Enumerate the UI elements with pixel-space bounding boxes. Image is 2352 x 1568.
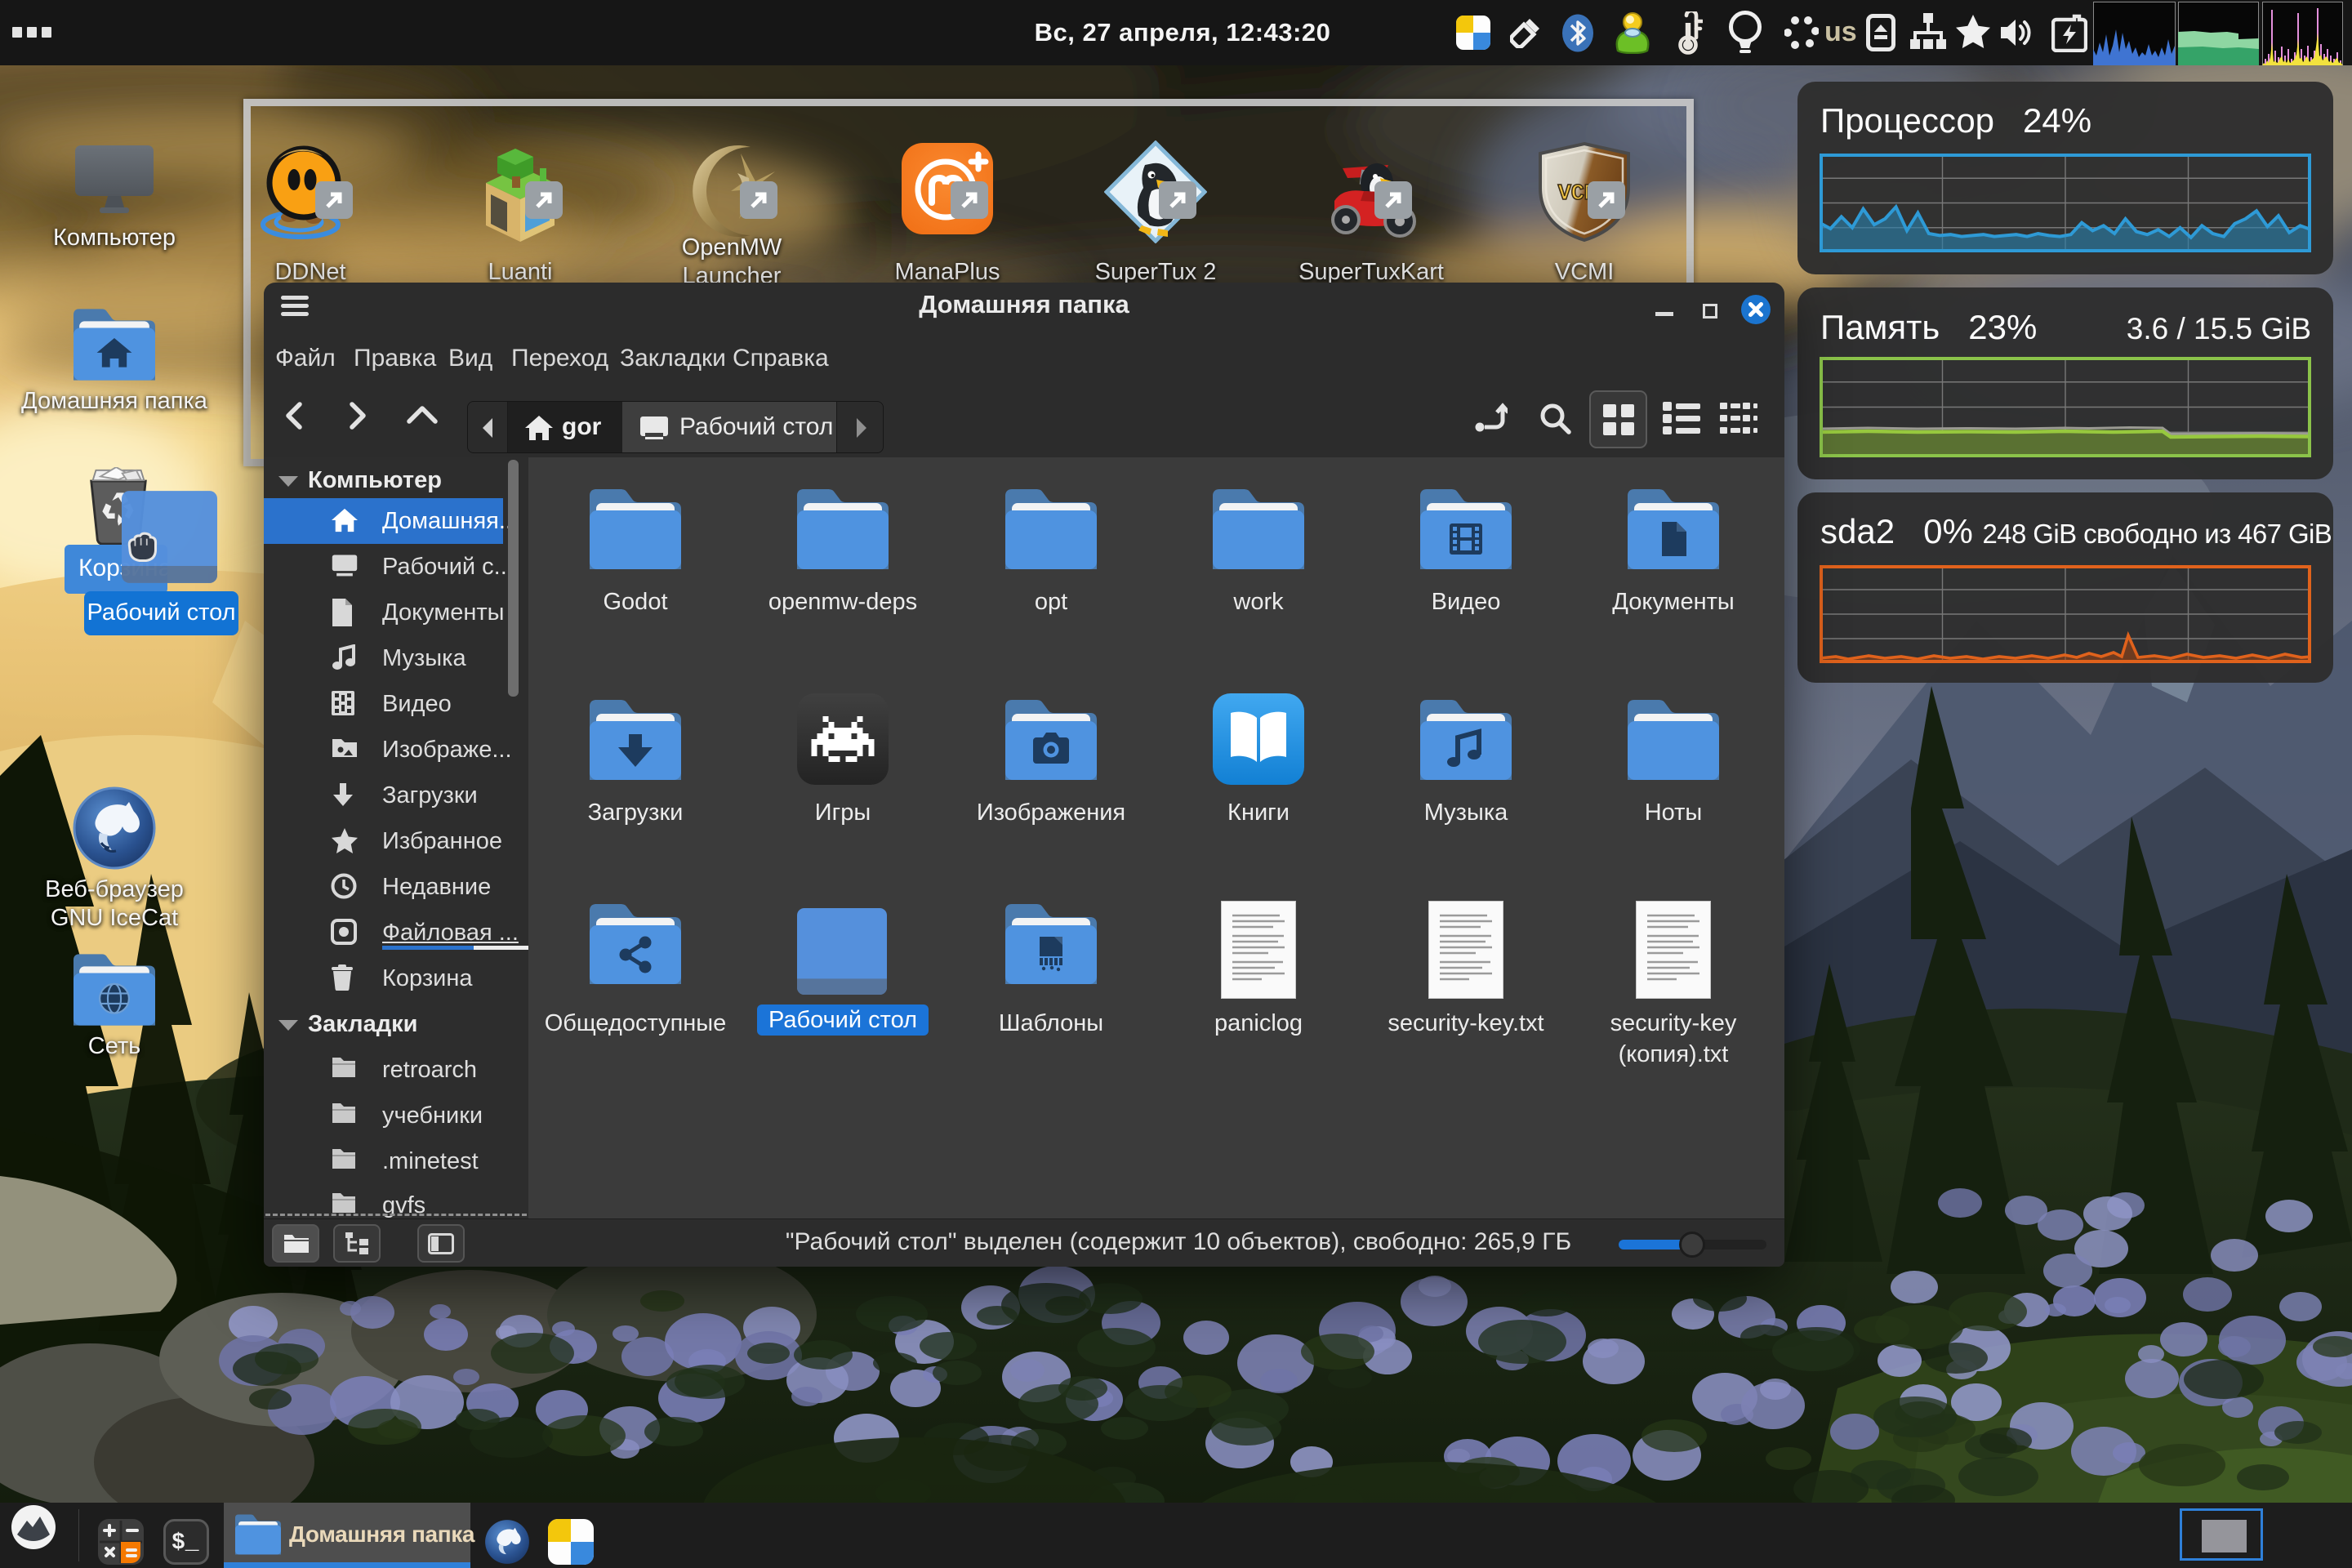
svg-text:$_: $_	[172, 1530, 199, 1556]
